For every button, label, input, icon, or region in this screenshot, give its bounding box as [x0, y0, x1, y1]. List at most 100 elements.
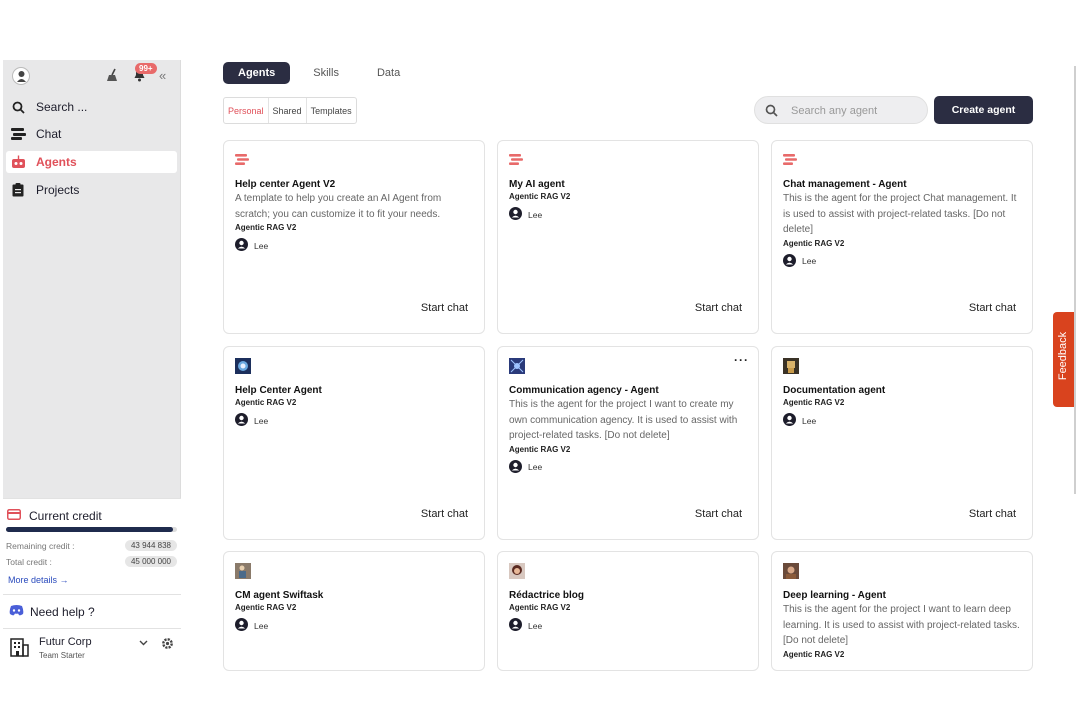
org-name: Futur Corp: [39, 636, 92, 648]
hamburger-icon: [783, 152, 799, 168]
start-chat-button[interactable]: Start chat: [969, 302, 1016, 314]
agent-card-title: Chat management - Agent: [783, 179, 907, 190]
main-tabs: Agents Skills Data: [223, 62, 423, 84]
gear-icon[interactable]: [161, 637, 174, 655]
sidebar-item-agents[interactable]: Agents: [6, 151, 177, 173]
agent-card-owner: Lee: [509, 459, 749, 475]
agent-card-body: Agentic RAG V2 Lee: [783, 397, 1023, 428]
feedback-button[interactable]: Feedback: [1053, 312, 1075, 407]
agent-card-owner: Lee: [509, 618, 749, 633]
agent-card-type: Agentic RAG V2: [783, 649, 845, 659]
robot-icon: [10, 154, 26, 170]
agent-card[interactable]: ··· Communication agency - Agent This is t…: [497, 346, 759, 540]
agent-card-description: This is the agent for the project I want…: [783, 604, 1020, 646]
agent-card[interactable]: My AI agent Agentic RAG V2 Lee Start chat: [497, 140, 759, 334]
agent-card-body: Agentic RAG V2 Lee: [509, 191, 749, 222]
user-icon: [509, 618, 522, 633]
agent-card[interactable]: Rédactrice blog Agentic RAG V2 Lee: [497, 551, 759, 671]
tab-data[interactable]: Data: [362, 62, 415, 84]
more-options-icon[interactable]: ···: [734, 353, 749, 367]
agent-card-description: A template to help you create an AI Agen…: [235, 193, 442, 220]
agent-card-owner: Lee: [783, 253, 1023, 269]
sidebar-item-projects[interactable]: Projects: [6, 179, 177, 201]
subtab-shared[interactable]: Shared: [269, 98, 307, 123]
agent-card-type: Agentic RAG V2: [509, 444, 571, 454]
credit-progress-fill: [6, 527, 174, 532]
woman-image-icon: [509, 563, 525, 579]
clipboard-icon: [10, 182, 26, 198]
subtab-templates[interactable]: Templates: [307, 98, 356, 123]
org-switcher[interactable]: Futur Corp Team Starter: [3, 628, 181, 660]
avatar[interactable]: [12, 67, 30, 85]
agent-card-type: Agentic RAG V2: [235, 223, 297, 232]
agent-card-type: Agentic RAG V2: [783, 398, 845, 407]
agent-card[interactable]: Deep learning - Agent This is the agent f…: [771, 551, 1033, 671]
create-agent-button[interactable]: Create agent: [934, 96, 1033, 124]
portrait-image-icon: [783, 563, 799, 579]
sidebar-item-chat[interactable]: Chat: [6, 123, 177, 145]
agent-card[interactable]: Help Center Agent Agentic RAG V2 Lee Start …: [223, 346, 485, 540]
search-icon: [10, 99, 26, 115]
tab-skills[interactable]: Skills: [298, 62, 354, 84]
subtab-personal[interactable]: Personal: [224, 98, 269, 123]
agent-card-title: Help center Agent V2: [235, 179, 336, 190]
agent-card-owner: Lee: [509, 207, 749, 222]
start-chat-button[interactable]: Start chat: [421, 302, 468, 314]
user-icon: [235, 413, 248, 428]
sidebar: 99+ « Search ... Chat Agents Projects Cu…: [3, 60, 181, 660]
agent-card-body: This is the agent for the project Chat m…: [783, 191, 1023, 269]
search-icon: [765, 104, 778, 122]
discord-icon: [9, 604, 24, 619]
page-scrollbar[interactable]: [1074, 66, 1076, 494]
collapse-sidebar-icon[interactable]: «: [159, 68, 166, 83]
agent-search-input[interactable]: [791, 102, 921, 120]
agent-card-type: Agentic RAG V2: [235, 603, 297, 612]
agent-card[interactable]: Chat management - Agent This is the agent…: [771, 140, 1033, 334]
agent-card-body: This is the agent for the project I want…: [509, 397, 749, 475]
broom-icon[interactable]: [106, 68, 120, 87]
agent-card-owner: Lee: [235, 238, 475, 253]
agent-card-type: Agentic RAG V2: [783, 238, 845, 248]
agent-card-title: CM agent Swiftask: [235, 590, 324, 601]
user-icon: [235, 238, 248, 253]
agent-card-owner: Lee: [235, 618, 475, 633]
start-chat-button[interactable]: Start chat: [695, 302, 742, 314]
agent-card-body: Agentic RAG V2 Lee: [235, 397, 475, 428]
agent-card-type: Agentic RAG V2: [509, 603, 571, 612]
agent-card-title: My AI agent: [509, 179, 565, 190]
agent-card-title: Communication agency - Agent: [509, 385, 659, 396]
agent-card-type: Agentic RAG V2: [235, 398, 297, 407]
tab-agents[interactable]: Agents: [223, 62, 291, 84]
agent-card[interactable]: CM agent Swiftask Agentic RAG V2 Lee: [223, 551, 485, 671]
agent-card-title: Rédactrice blog: [509, 590, 585, 601]
need-help-button[interactable]: Need help ?: [3, 594, 181, 628]
agent-card[interactable]: Help center Agent V2 A template to help y…: [223, 140, 485, 334]
user-icon: [509, 459, 522, 475]
agent-card-type: Agentic RAG V2: [509, 192, 571, 201]
hamburger-icon: [235, 152, 251, 168]
feedback-label: Feedback: [1057, 331, 1069, 381]
agent-card-title: Help Center Agent: [235, 385, 322, 396]
notification-badge: 99+: [135, 63, 157, 74]
remaining-credit-value: 43 944 838: [124, 540, 177, 551]
user-icon: [235, 618, 248, 633]
agent-search-box: [754, 96, 928, 124]
agent-card[interactable]: Documentation agent Agentic RAG V2 Lee Star…: [771, 346, 1033, 540]
sidebar-item-search[interactable]: Search ...: [6, 96, 177, 118]
user-icon: [783, 253, 796, 269]
agent-card-description: This is the agent for the project Chat m…: [783, 193, 1017, 235]
agent-card-body: A template to help you create an AI Agen…: [235, 191, 475, 253]
agent-card-body: Agentic RAG V2 Lee: [509, 602, 749, 633]
start-chat-button[interactable]: Start chat: [969, 508, 1016, 520]
start-chat-button[interactable]: Start chat: [421, 508, 468, 520]
need-help-label: Need help ?: [30, 604, 95, 619]
chevron-down-icon[interactable]: [139, 638, 148, 649]
user-icon: [509, 207, 522, 222]
building-icon: [9, 637, 29, 662]
more-details-link[interactable]: More details →: [8, 575, 69, 585]
user-icon: [783, 413, 796, 428]
total-credit-row: Total credit : 45 000 000: [6, 556, 177, 569]
start-chat-button[interactable]: Start chat: [695, 508, 742, 520]
sidebar-item-label: Search ...: [36, 100, 88, 114]
globe-image-icon: [235, 358, 251, 374]
